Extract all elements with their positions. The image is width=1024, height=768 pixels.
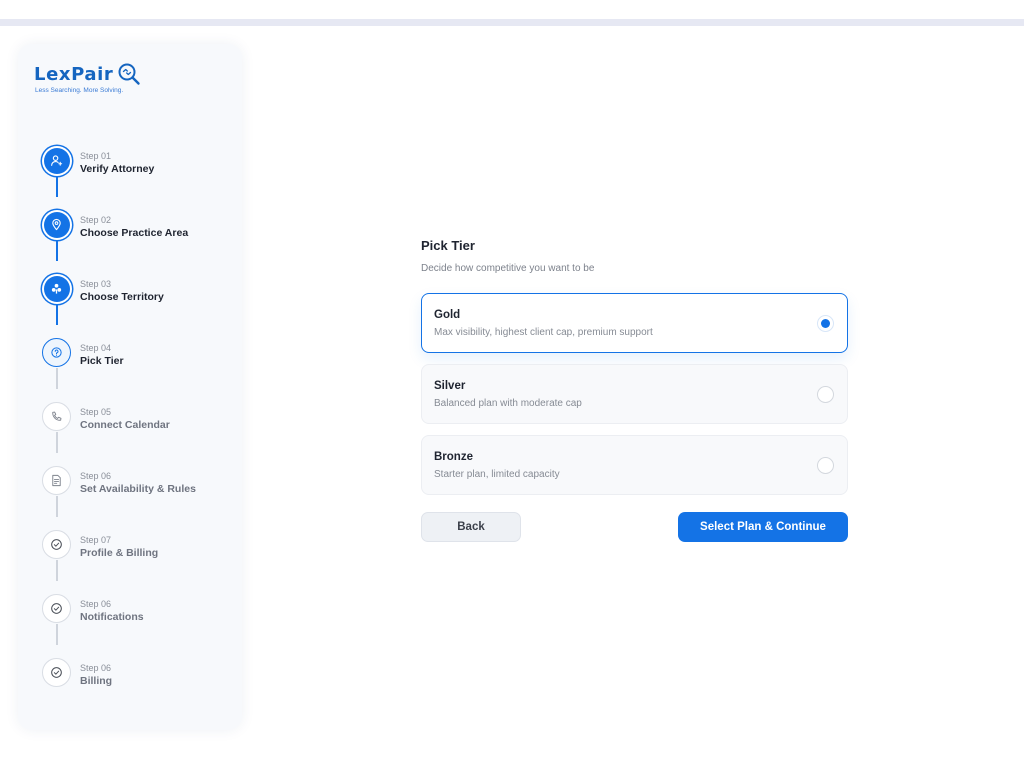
step-connect-calendar[interactable]: Step 05 Connect Calendar [42,402,242,453]
step-label: Verify Attorney [80,163,155,175]
tier-description: Max visibility, highest client cap, prem… [434,327,653,338]
step-set-availability[interactable]: Step 06 Set Availability & Rules [42,466,242,517]
location-pin-icon [52,218,61,231]
page-title: Pick Tier [421,238,475,253]
step-pick-tier[interactable]: Step 04 Pick Tier [42,338,242,389]
tier-radio-gold[interactable] [817,315,834,332]
step-connector [56,560,58,581]
step-choose-territory[interactable]: Step 03 Choose Territory [42,274,242,325]
tier-option-silver[interactable]: Silver Balanced plan with moderate cap [421,364,848,424]
check-circle-icon [51,539,62,550]
step-connector [56,496,58,517]
step-label: Connect Calendar [80,419,170,431]
document-icon [52,474,61,487]
step-label: Choose Territory [80,291,164,303]
tier-description: Starter plan, limited capacity [434,469,560,480]
step-number: Step 07 [80,535,112,545]
step-number: Step 06 [80,663,112,673]
step-number: Step 05 [80,407,112,417]
step-number: Step 03 [80,279,112,289]
top-progress-bar [0,19,1024,26]
tier-icon [51,347,62,358]
step-status [42,658,71,687]
tier-option-gold[interactable]: Gold Max visibility, highest client cap,… [421,293,848,353]
select-plan-continue-button[interactable]: Select Plan & Continue [678,512,848,542]
brand-tagline: Less Searching. More Solving. [35,87,124,94]
tier-radio-bronze[interactable] [817,457,834,474]
step-label: Profile & Billing [80,547,159,559]
step-status [42,338,71,367]
step-label: Billing [80,675,113,687]
step-number: Step 04 [80,343,112,353]
step-label: Set Availability & Rules [80,483,196,495]
magnifier-icon [118,63,141,85]
tier-name: Silver [434,380,466,392]
page-subtitle: Decide how competitive you want to be [421,263,595,274]
tier-name: Bronze [434,451,473,463]
sidebar: LexPair Less Searching. More Solving. St… [18,44,242,730]
tier-radio-silver[interactable] [817,386,834,403]
step-label: Notifications [80,611,144,623]
step-status [42,402,71,431]
tier-name: Gold [434,309,461,321]
step-choose-practice-area[interactable]: Step 02 Choose Practice Area [42,210,242,261]
step-billing[interactable]: Step 06 Billing [42,658,242,698]
tier-description: Balanced plan with moderate cap [434,398,582,409]
check-circle-icon [51,603,62,614]
step-number: Step 02 [80,215,112,225]
step-status [43,275,70,302]
step-connector [56,624,58,645]
step-status [43,211,70,238]
step-status [43,147,70,174]
step-connector [56,176,58,197]
check-circle-icon [51,667,62,678]
step-status [42,594,71,623]
step-connector [56,304,58,325]
back-button[interactable]: Back [421,512,521,542]
phone-icon [52,411,62,421]
user-icon [51,155,63,166]
step-number: Step 06 [80,471,112,481]
step-profile-billing[interactable]: Step 07 Profile & Billing [42,530,242,581]
step-connector [56,432,58,453]
step-status [42,530,71,559]
brand-logo[interactable]: LexPair Less Searching. More Solving. [34,62,141,94]
territory-icon [51,283,62,294]
step-label: Choose Practice Area [80,227,189,239]
step-verify-attorney[interactable]: Step 01 Verify Attorney [42,146,242,197]
step-status [42,466,71,495]
step-label: Pick Tier [80,355,124,367]
step-number: Step 06 [80,599,112,609]
step-number: Step 01 [80,151,112,161]
step-connector [56,368,58,389]
tier-option-bronze[interactable]: Bronze Starter plan, limited capacity [421,435,848,495]
brand-name: LexPair [34,63,114,85]
step-connector [56,240,58,261]
step-notifications[interactable]: Step 06 Notifications [42,594,242,645]
